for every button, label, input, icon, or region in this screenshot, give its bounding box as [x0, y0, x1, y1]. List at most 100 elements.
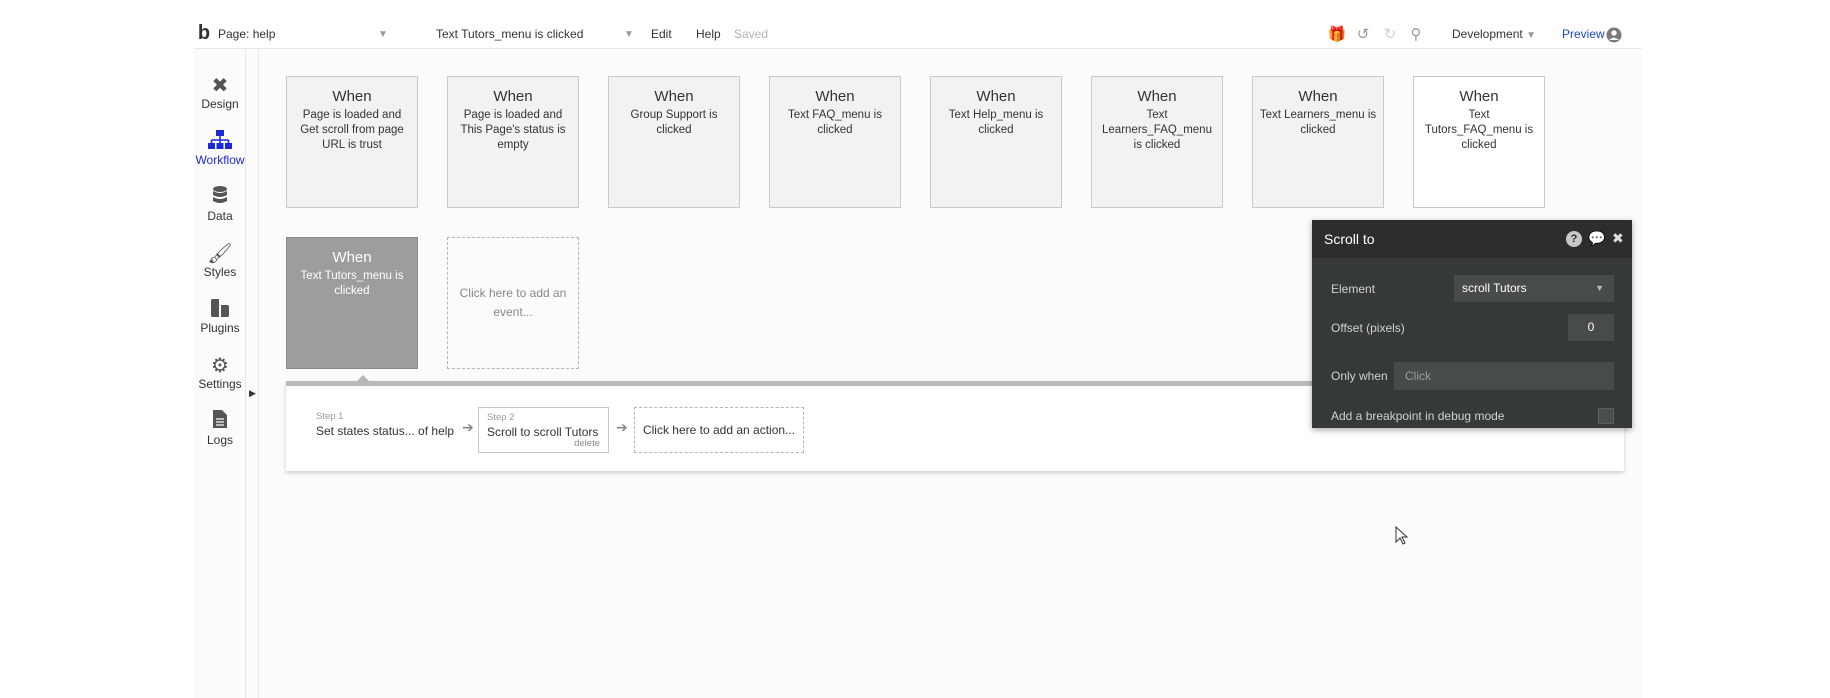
panel-header: Scroll to ? 💬 ✖: [1312, 220, 1632, 258]
event-card[interactable]: When Text Help_menu is clicked: [930, 76, 1062, 208]
gift-icon[interactable]: 🎁: [1326, 20, 1348, 49]
step-number: Step 2: [487, 412, 515, 423]
undo-icon[interactable]: ↺: [1352, 20, 1374, 49]
add-event-label: Click here to add an event...: [459, 286, 567, 319]
caret-right-icon[interactable]: ▶: [249, 388, 256, 399]
arrow-right-icon: ➔: [462, 419, 474, 435]
sidebar-item-logs[interactable]: Logs: [194, 403, 246, 459]
event-when: When: [654, 88, 694, 105]
step-number: Step 1: [316, 411, 344, 422]
event-card[interactable]: When Text FAQ_menu is clicked: [769, 76, 901, 208]
event-condition: Text Tutors_FAQ_menu is clicked: [1424, 109, 1534, 151]
event-condition: Text Learners_FAQ_menu is clicked: [1102, 109, 1212, 151]
step-title: Set states status... of help: [316, 424, 455, 438]
chevron-down-icon: ▼: [624, 29, 634, 40]
event-when: When: [976, 88, 1016, 105]
menu-help[interactable]: Help: [696, 20, 721, 49]
only-when-label: Only when: [1331, 369, 1388, 383]
search-icon[interactable]: ⚲: [1405, 20, 1427, 49]
workflow-step-1[interactable]: Step 1 Set states status... of help: [316, 407, 476, 453]
top-bar: b Page: help ▼ Text Tutors_menu is click…: [194, 20, 1642, 49]
environment-select[interactable]: Development ▼: [1452, 20, 1536, 49]
event-when: When: [493, 88, 533, 105]
design-icon: ✖: [211, 75, 229, 97]
sidebar-item-data[interactable]: Data: [194, 179, 246, 235]
panel-title: Scroll to: [1324, 231, 1375, 247]
event-condition: Group Support is clicked: [630, 109, 718, 136]
event-card[interactable]: When Page is loaded and This Page's stat…: [447, 76, 579, 208]
sidebar-nav: ✖ Design Workflow Data 🖌 Styles Plugins: [194, 49, 246, 698]
database-icon: [194, 179, 246, 209]
event-condition: Text Learners_menu is clicked: [1259, 109, 1377, 136]
sidebar-item-design[interactable]: ✖ Design: [194, 67, 246, 123]
offset-input[interactable]: 0: [1568, 314, 1614, 341]
brush-icon: 🖌: [207, 243, 233, 265]
event-card[interactable]: When Group Support is clicked: [608, 76, 740, 208]
event-condition: Text Tutors_menu is clicked: [300, 270, 404, 297]
event-condition: Page is loaded and This Page's status is…: [460, 109, 566, 151]
add-action-button[interactable]: Click here to add an action...: [634, 407, 804, 453]
element-value: scroll Tutors: [1462, 281, 1527, 295]
account-icon[interactable]: [1602, 20, 1626, 49]
environment-label: Development: [1452, 27, 1523, 41]
event-card[interactable]: When Page is loaded and Get scroll from …: [286, 76, 418, 208]
event-card[interactable]: When Text Learners_menu is clicked: [1252, 76, 1384, 208]
document-icon: [194, 403, 246, 433]
page-select[interactable]: Page: help ▼: [218, 20, 418, 49]
event-when: When: [815, 88, 855, 105]
bubble-logo: b: [197, 22, 211, 44]
sidebar-item-label: Workflow: [195, 153, 245, 167]
editor-app: b Page: help ▼ Text Tutors_menu is click…: [194, 20, 1642, 698]
mouse-cursor-icon: [1395, 526, 1409, 545]
sidebar-item-label: Logs: [206, 433, 234, 447]
sidebar-item-plugins[interactable]: Plugins: [194, 291, 246, 347]
only-when-input[interactable]: Click: [1394, 362, 1614, 390]
event-select-label: Text Tutors_menu is clicked: [436, 27, 584, 41]
add-event-card[interactable]: Click here to add an event...: [447, 237, 579, 369]
delete-step-link[interactable]: delete: [574, 438, 600, 449]
sidebar-item-label: Design: [201, 97, 239, 111]
close-icon[interactable]: ✖: [1612, 230, 1624, 247]
plug-icon: [194, 291, 246, 321]
sidebar-item-label: Settings: [198, 377, 242, 391]
element-dropdown[interactable]: scroll Tutors ▼: [1454, 275, 1614, 302]
event-when: When: [332, 249, 372, 266]
event-card-selected[interactable]: When Text Tutors_menu is clicked: [286, 237, 418, 369]
event-when: When: [1137, 88, 1177, 105]
breakpoint-checkbox[interactable]: [1598, 408, 1614, 424]
chevron-down-icon: ▼: [1526, 30, 1536, 41]
event-condition: Text Help_menu is clicked: [948, 109, 1044, 136]
sidebar-item-label: Data: [207, 209, 233, 223]
offset-label: Offset (pixels): [1331, 321, 1405, 335]
arrow-right-icon: ➔: [616, 419, 628, 435]
sidebar-item-styles[interactable]: 🖌 Styles: [194, 235, 246, 291]
sidebar-item-label: Styles: [203, 265, 237, 279]
event-card[interactable]: When Text Tutors_FAQ_menu is clicked: [1413, 76, 1545, 208]
action-property-panel: Scroll to ? 💬 ✖ Element scroll Tutors ▼ …: [1312, 220, 1632, 428]
redo-icon[interactable]: ↻: [1379, 20, 1401, 49]
chevron-down-icon: ▼: [1595, 283, 1604, 293]
event-select[interactable]: Text Tutors_menu is clicked ▼: [436, 20, 656, 49]
save-status: Saved: [734, 27, 769, 41]
preview-button[interactable]: Preview: [1562, 20, 1605, 49]
breakpoint-label: Add a breakpoint in debug mode: [1331, 409, 1505, 423]
step-title: Scroll to scroll Tutors: [487, 425, 599, 439]
event-card[interactable]: When Text Learners_FAQ_menu is clicked: [1091, 76, 1223, 208]
gear-icon: ⚙: [211, 355, 229, 377]
help-icon[interactable]: ?: [1566, 231, 1582, 247]
sidebar-item-settings[interactable]: ⚙ Settings: [194, 347, 246, 403]
event-condition: Text FAQ_menu is clicked: [788, 109, 882, 136]
event-condition: Page is loaded and Get scroll from page …: [300, 109, 404, 151]
workflow-step-2[interactable]: Step 2 Scroll to scroll Tutors delete: [478, 407, 609, 453]
workflow-icon: [194, 123, 246, 153]
event-when: When: [332, 88, 372, 105]
page-select-label: Page: help: [218, 27, 276, 41]
canvas-divider: [258, 49, 259, 698]
event-when: When: [1459, 88, 1499, 105]
event-when: When: [1298, 88, 1338, 105]
chevron-down-icon: ▼: [378, 29, 388, 40]
comment-icon[interactable]: 💬: [1588, 230, 1605, 247]
sidebar-item-workflow[interactable]: Workflow: [194, 123, 246, 179]
menu-edit[interactable]: Edit: [651, 20, 672, 49]
sidebar-item-label: Plugins: [200, 321, 240, 335]
